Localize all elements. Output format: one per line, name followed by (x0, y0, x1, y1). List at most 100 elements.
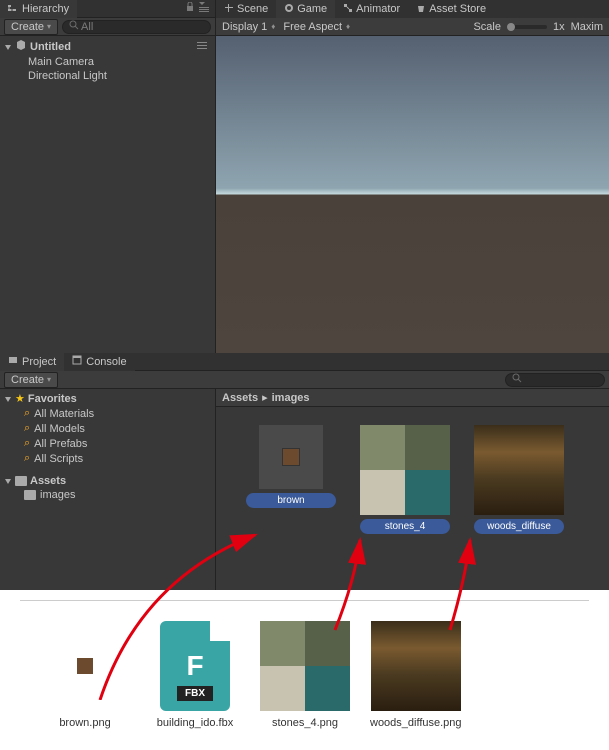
asset-stones[interactable]: stones_4 (360, 425, 450, 534)
aspect-dropdown[interactable]: Free Aspect ♦ (283, 21, 350, 33)
hierarchy-toolbar: Create ▾ All (0, 18, 215, 36)
create-label: Create (11, 374, 44, 386)
scale-slider[interactable] (507, 25, 547, 29)
create-button[interactable]: Create ▾ (4, 372, 58, 388)
console-icon (72, 355, 82, 368)
chevron-down-icon: ▾ (47, 375, 51, 384)
file-brown[interactable]: brown.png (40, 621, 130, 729)
hierarchy-panel: Hierarchy Create ▾ All (0, 0, 216, 353)
lock-icon[interactable] (185, 2, 195, 15)
tab-animator[interactable]: Animator (335, 0, 408, 18)
display-label: Display 1 (222, 21, 267, 33)
asset-brown[interactable]: brown (246, 425, 336, 508)
tab-scene[interactable]: Scene (216, 0, 276, 18)
assets-header[interactable]: Assets (0, 474, 215, 488)
file-stones[interactable]: stones_4.png (260, 621, 350, 729)
project-tab[interactable]: Project (0, 353, 64, 371)
scene-name: Untitled (30, 41, 71, 53)
unity-logo-icon (15, 39, 27, 54)
console-tab[interactable]: Console (64, 353, 134, 371)
file-label: stones_4.png (272, 717, 338, 729)
breadcrumb-root[interactable]: Assets (222, 392, 258, 404)
display-dropdown[interactable]: Display 1 ♦ (222, 21, 275, 33)
fav-all-materials[interactable]: ⌕All Materials (0, 406, 215, 421)
fav-label: All Prefabs (34, 438, 87, 450)
project-tree: ★ Favorites ⌕All Materials ⌕ All Models ⌕… (0, 389, 216, 590)
scene-icon (224, 3, 234, 16)
asset-thumbnail (259, 425, 323, 489)
hierarchy-tree: Untitled Main Camera Directional Light (0, 36, 215, 85)
asset-woods[interactable]: woods_diffuse (474, 425, 564, 534)
project-toolbar: Create ▾ (0, 371, 609, 389)
folder-icon (15, 476, 27, 486)
hierarchy-tab-row: Hierarchy (0, 0, 215, 18)
assets-label: Assets (30, 475, 66, 487)
file-building-fbx[interactable]: F FBX building_ido.fbx (150, 621, 240, 729)
search-icon: ⌕ (24, 422, 30, 435)
breadcrumb-separator: ▸ (262, 391, 268, 404)
asset-label: stones_4 (360, 519, 450, 534)
panel-menu-icon[interactable] (199, 2, 211, 15)
breadcrumb: Assets ▸ images (216, 389, 609, 407)
game-tab-row: Scene Game Animator Asset Store (216, 0, 609, 18)
scene-menu-icon[interactable] (197, 41, 207, 53)
animator-icon (343, 3, 353, 16)
foldout-icon[interactable] (4, 477, 12, 485)
fav-all-models[interactable]: ⌕ All Models (0, 421, 215, 436)
project-icon (8, 355, 18, 368)
hierarchy-item-label: Directional Light (28, 70, 107, 82)
project-tab-row: Project Console (0, 353, 609, 371)
hierarchy-item-label: Main Camera (28, 56, 94, 68)
tab-label: Asset Store (429, 3, 486, 15)
favorites-label: Favorites (28, 393, 77, 405)
project-search[interactable] (505, 373, 605, 387)
tab-label: Animator (356, 3, 400, 15)
hierarchy-icon (8, 4, 18, 14)
create-label: Create (11, 21, 44, 33)
fav-all-prefabs[interactable]: ⌕All Prefabs (0, 436, 215, 451)
hierarchy-item-light[interactable]: Directional Light (0, 69, 215, 83)
chevron-down-icon: ♦ (346, 22, 350, 31)
folder-icon (24, 490, 36, 500)
project-content: Assets ▸ images brown stones_4 (216, 389, 609, 590)
tab-asset-store[interactable]: Asset Store (408, 0, 494, 18)
hierarchy-item-camera[interactable]: Main Camera (0, 55, 215, 69)
asset-label: woods_diffuse (474, 519, 564, 534)
asset-thumbnail (360, 425, 450, 515)
tab-label: Console (86, 356, 126, 368)
file-label: woods_diffuse.png (370, 717, 462, 729)
search-icon (512, 373, 522, 386)
foldout-icon[interactable] (4, 43, 12, 51)
fav-label: All Models (34, 423, 85, 435)
tab-label: Scene (237, 3, 268, 15)
maximize-label: Maxim (571, 21, 603, 33)
folder-images[interactable]: images (0, 488, 215, 502)
tab-game[interactable]: Game (276, 0, 335, 18)
hierarchy-search[interactable]: All (62, 20, 211, 34)
breadcrumb-current[interactable]: images (272, 392, 310, 404)
fbx-badge: FBX (177, 686, 213, 701)
foldout-icon[interactable] (4, 395, 12, 403)
fav-label: All Scripts (34, 453, 83, 465)
favorites-header[interactable]: ★ Favorites (0, 391, 215, 406)
fav-label: All Materials (34, 408, 94, 420)
scene-root[interactable]: Untitled (0, 38, 215, 55)
search-icon (69, 20, 79, 33)
file-label: building_ido.fbx (157, 717, 233, 729)
tab-label: Project (22, 356, 56, 368)
asset-grid: brown stones_4 woods_diffuse (216, 407, 609, 590)
file-label: brown.png (59, 717, 110, 729)
aspect-label: Free Aspect (283, 21, 342, 33)
game-view[interactable] (216, 36, 609, 353)
chevron-down-icon: ♦ (271, 22, 275, 31)
create-button[interactable]: Create ▾ (4, 19, 58, 35)
fav-all-scripts[interactable]: ⌕All Scripts (0, 451, 215, 466)
file-thumbnail (260, 621, 350, 711)
file-woods[interactable]: woods_diffuse.png (370, 621, 462, 729)
hierarchy-tab-label: Hierarchy (22, 3, 69, 15)
hierarchy-tab[interactable]: Hierarchy (0, 0, 77, 18)
store-icon (416, 3, 426, 16)
file-thumbnail (40, 621, 130, 711)
chevron-down-icon: ▾ (47, 22, 51, 31)
folder-label: images (40, 489, 75, 501)
